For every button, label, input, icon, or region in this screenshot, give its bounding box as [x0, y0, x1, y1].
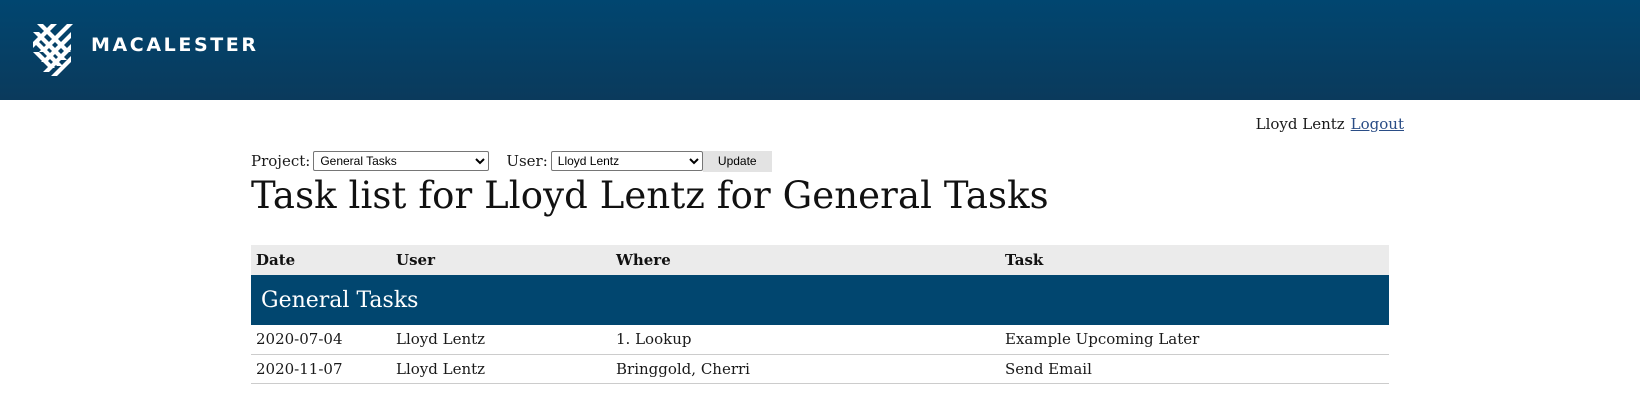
cell-where: 1. Lookup — [611, 325, 1000, 355]
current-username: Lloyd Lentz — [1255, 115, 1345, 133]
table-row[interactable]: 2020-11-07 Lloyd Lentz Bringgold, Cherri… — [251, 354, 1389, 384]
cell-date: 2020-07-04 — [251, 325, 391, 355]
macalester-plaid-logo-icon[interactable] — [31, 22, 73, 76]
cell-where: Bringgold, Cherri — [611, 354, 1000, 384]
page-title: Task list for Lloyd Lentz for General Ta… — [251, 174, 1049, 217]
project-select[interactable]: General Tasks — [313, 151, 490, 171]
task-table: Date User Where Task General Tasks 2020-… — [251, 245, 1389, 384]
column-header-user: User — [391, 245, 611, 275]
group-header-label: General Tasks — [251, 275, 1389, 325]
column-header-task: Task — [1000, 245, 1389, 275]
column-header-date: Date — [251, 245, 391, 275]
site-header: MACALESTER — [0, 0, 1640, 100]
update-button[interactable]: Update — [702, 150, 772, 172]
table-row[interactable]: 2020-07-04 Lloyd Lentz 1. Lookup Example… — [251, 325, 1389, 355]
user-bar: Lloyd Lentz Logout — [1256, 115, 1404, 133]
project-label: Project: — [251, 152, 311, 170]
column-header-where: Where — [611, 245, 1000, 275]
cell-date: 2020-11-07 — [251, 354, 391, 384]
logo-wordmark[interactable]: MACALESTER — [91, 34, 259, 56]
group-header-row: General Tasks — [251, 275, 1389, 325]
cell-task: Send Email — [1000, 354, 1389, 384]
filter-form: Project: General Tasks User: Lloyd Lentz… — [251, 150, 772, 172]
logout-link[interactable]: Logout — [1351, 115, 1404, 133]
cell-user: Lloyd Lentz — [391, 325, 611, 355]
cell-user: Lloyd Lentz — [391, 354, 611, 384]
table-header-row: Date User Where Task — [251, 245, 1389, 275]
user-select[interactable]: Lloyd Lentz — [550, 151, 703, 171]
user-label: User: — [506, 152, 548, 170]
cell-task: Example Upcoming Later — [1000, 325, 1389, 355]
